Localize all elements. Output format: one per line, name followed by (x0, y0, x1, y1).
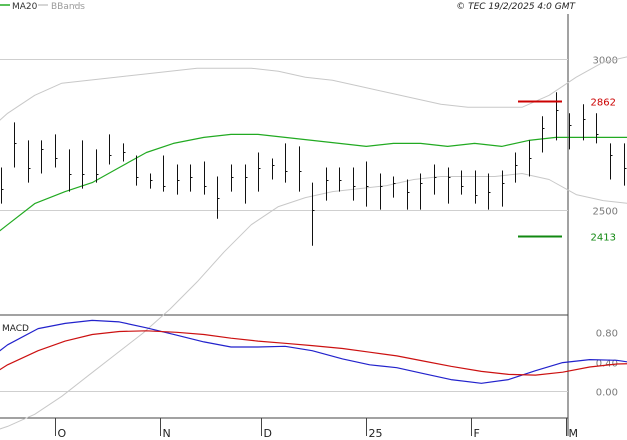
chart-background (0, 0, 627, 440)
macd-tick-label: 0.80 (596, 329, 618, 340)
bbands-legend-label: BBands (51, 2, 85, 12)
macd-panel-label: MACD (2, 324, 29, 334)
price-tick-label: 3000 (593, 56, 618, 67)
macd-tick-label: 0.00 (596, 388, 618, 399)
copyright-timestamp: © TEC 19/2/2025 4:0 GMT (456, 2, 576, 12)
support-level-label: 2413 (591, 233, 616, 244)
time-tick-label: D (264, 427, 272, 440)
price-tick-label: 2500 (593, 207, 618, 218)
ma20-legend-label: MA20 (12, 2, 38, 12)
time-tick-label: O (58, 427, 67, 440)
time-tick-label: N (163, 427, 171, 440)
resistance-level-label: 2862 (591, 98, 616, 109)
time-tick-label: F (474, 427, 480, 440)
time-tick-label: 25 (369, 427, 383, 440)
price-chart: MA20 BBands © TEC 19/2/2025 4:0 GMT 3000… (0, 0, 627, 440)
time-tick-label: M (569, 427, 579, 440)
